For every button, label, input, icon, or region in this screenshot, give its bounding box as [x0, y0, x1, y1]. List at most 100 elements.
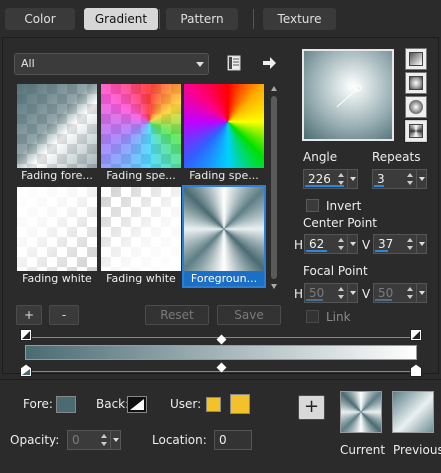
section-divider [0, 379, 441, 380]
linear-style-icon[interactable] [405, 48, 427, 70]
repeats-slider-bar[interactable] [374, 185, 384, 187]
gradient-tile[interactable]: Fading spe... [101, 84, 181, 183]
invert-checkbox[interactable] [306, 199, 319, 212]
focal-h-label: H [294, 287, 304, 301]
tab-pattern[interactable]: Pattern [166, 8, 238, 30]
rectangular-style-icon[interactable] [405, 72, 427, 94]
center-h-spinner[interactable]: 62 [304, 234, 358, 254]
save-button[interactable]: Save [217, 305, 281, 325]
gradient-thumbnail [101, 84, 181, 168]
gradient-bar[interactable] [25, 345, 417, 360]
chevron-down-icon[interactable] [347, 170, 357, 188]
angle-value: 226 [308, 172, 331, 186]
angle-handle-icon[interactable] [304, 51, 394, 141]
user-label: User: [170, 397, 202, 411]
library-scrollbar[interactable] [268, 84, 280, 291]
current-label: Current [340, 443, 386, 457]
tab-texture[interactable]: Texture [263, 8, 336, 30]
spin-arrows-icon[interactable] [407, 237, 415, 251]
center-v-spinner[interactable]: 37 [373, 234, 427, 254]
focal-v-label: V [362, 287, 371, 301]
chevron-down-icon[interactable] [416, 170, 426, 188]
tile-label: Fading fore... [21, 169, 93, 182]
scrollbar-thumb[interactable] [271, 96, 277, 279]
gradient-preview[interactable] [302, 49, 394, 141]
repeats-value: 3 [377, 172, 385, 186]
tile-label: Foregroun... [184, 271, 264, 286]
back-swatch[interactable] [127, 396, 147, 413]
previous-gradient-thumbnail[interactable] [392, 391, 434, 433]
center-v-label: V [362, 238, 371, 252]
library-filter-dropdown[interactable]: All [14, 53, 209, 75]
radial-style-icon[interactable] [404, 119, 428, 143]
previous-label: Previous [393, 443, 441, 457]
focal-h-spinner: 50 [304, 283, 358, 303]
arrow-right-icon[interactable] [261, 55, 277, 71]
opacity-stop-left-icon[interactable] [20, 329, 32, 342]
center-v-slider-bar[interactable] [375, 250, 388, 252]
center-h-slider-bar[interactable] [306, 250, 327, 252]
gradient-tile[interactable]: Fading white [17, 187, 97, 286]
user-swatch[interactable] [230, 394, 250, 414]
color-stop-right-icon[interactable] [410, 363, 422, 377]
gradient-tile-selected[interactable]: Foregroun... [182, 185, 266, 288]
spin-arrows-icon [407, 286, 415, 300]
focal-v-value: 50 [378, 286, 394, 300]
fore-label: Fore: [23, 397, 53, 411]
gradient-thumbnail [17, 187, 97, 271]
opacity-label: Opacity: [10, 433, 60, 447]
focal-v-slider-bar [375, 299, 392, 301]
location-field[interactable]: 0 [214, 430, 252, 450]
tab-separator [159, 9, 160, 29]
invert-label: Invert [326, 199, 362, 213]
center-point-label: Center Point [303, 216, 377, 230]
tab-gradient[interactable]: Gradient [84, 8, 158, 30]
spin-arrows-icon [338, 286, 346, 300]
list-view-icon[interactable] [226, 55, 242, 71]
tile-label: Fading spe... [106, 169, 176, 182]
tab-separator [253, 9, 254, 29]
spin-arrows-icon[interactable] [338, 237, 346, 251]
spin-arrows-icon[interactable] [407, 172, 415, 186]
gradient-tile[interactable]: Fading white [101, 187, 181, 286]
center-h-label: H [294, 238, 304, 252]
tile-label: Fading white [22, 272, 92, 285]
fore-swatch[interactable] [56, 396, 76, 413]
gradient-thumbnail [184, 187, 264, 271]
opacity-spinner: 0 [67, 430, 121, 450]
back-label: Back: [96, 397, 130, 411]
focal-v-spinner: 50 [373, 283, 427, 303]
library-filter-value: All [21, 57, 35, 70]
current-gradient-thumbnail[interactable] [340, 391, 382, 433]
reset-button[interactable]: Reset [145, 305, 209, 325]
angle-spinner[interactable]: 226 [303, 169, 358, 189]
scroll-up-icon[interactable] [271, 86, 277, 91]
chevron-down-icon[interactable] [416, 235, 426, 253]
scroll-down-icon[interactable] [271, 284, 277, 289]
focal-h-slider-bar [306, 299, 323, 301]
user-swatch-small[interactable] [206, 397, 221, 412]
remove-gradient-button[interactable]: - [49, 305, 79, 325]
center-v-value: 37 [378, 237, 394, 251]
spin-arrows-icon[interactable] [338, 172, 346, 186]
add-gradient-button[interactable]: + [16, 305, 42, 325]
add-to-swatches-button[interactable]: + [298, 395, 325, 420]
opacity-stop-right-icon[interactable] [410, 329, 422, 342]
chevron-down-icon [347, 284, 357, 302]
repeats-spinner[interactable]: 3 [372, 169, 427, 189]
sunburst-style-icon[interactable] [405, 96, 427, 118]
chevron-down-icon [196, 62, 204, 67]
gradient-tile[interactable]: Fading spe... [184, 84, 264, 183]
link-checkbox [306, 310, 319, 323]
color-stop-left-icon[interactable] [20, 363, 32, 377]
gradient-thumbnail [184, 84, 264, 168]
angle-label: Angle [303, 150, 338, 164]
tab-color[interactable]: Color [5, 8, 75, 30]
repeats-label: Repeats [372, 150, 421, 164]
location-value: 0 [219, 433, 227, 447]
chevron-down-icon[interactable] [347, 235, 357, 253]
gradient-thumbnail [17, 84, 97, 168]
gradient-tile[interactable]: Fading fore... [17, 84, 97, 183]
gradient-thumbnail [101, 187, 181, 271]
chevron-down-icon [416, 284, 426, 302]
